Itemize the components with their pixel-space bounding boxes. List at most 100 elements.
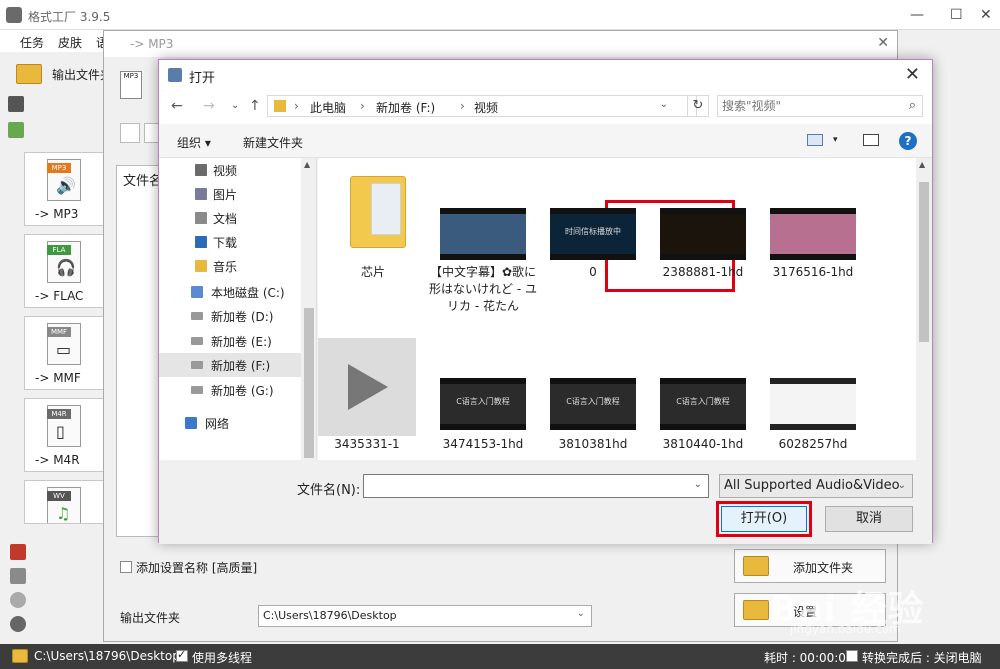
nav-item-volume-f[interactable]: 新加卷 (F:) bbox=[159, 353, 301, 377]
refresh-icon[interactable]: ↻ bbox=[687, 95, 709, 117]
cancel-button[interactable]: 取消 bbox=[825, 506, 913, 532]
output-folder-button[interactable]: 输出文件夹 bbox=[16, 62, 112, 86]
settings-folder-icon bbox=[743, 600, 769, 620]
minimize-icon[interactable]: — bbox=[910, 7, 924, 23]
file-item[interactable]: 3435331-1 bbox=[318, 338, 422, 458]
video-folder-icon bbox=[195, 164, 207, 176]
document-icon[interactable] bbox=[10, 568, 26, 584]
file-label: 2388881-1hd bbox=[662, 265, 744, 279]
breadcrumb-videos[interactable]: 视频 bbox=[474, 99, 498, 116]
organize-button[interactable]: 组织 ▾ bbox=[177, 134, 211, 151]
drive-icon bbox=[191, 386, 203, 394]
menu-task[interactable]: 任务 bbox=[20, 34, 44, 51]
format-m4r[interactable]: M4R ▯ -> M4R bbox=[24, 398, 104, 472]
chevron-down-icon[interactable]: ⌄ bbox=[694, 479, 702, 490]
scroll-thumb[interactable] bbox=[919, 182, 929, 342]
flag-icon[interactable] bbox=[10, 544, 26, 560]
add-setting-checkbox[interactable] bbox=[120, 561, 132, 573]
multithread-checkbox[interactable] bbox=[176, 648, 188, 662]
search-input[interactable] bbox=[722, 99, 892, 113]
nav-item-volume-d[interactable]: 新加卷 (D:) bbox=[159, 304, 301, 328]
nav-label: 音乐 bbox=[213, 260, 238, 274]
breadcrumb-this-pc[interactable]: 此电脑 bbox=[310, 99, 346, 116]
format-mmf[interactable]: MMF ▭ -> MMF bbox=[24, 316, 104, 390]
scroll-thumb[interactable] bbox=[304, 308, 314, 458]
nav-item-downloads[interactable]: 下载 bbox=[159, 230, 301, 254]
breadcrumb-volume-f[interactable]: 新加卷 (F:) bbox=[376, 99, 435, 116]
scroll-up-icon[interactable]: ▲ bbox=[919, 160, 925, 169]
chevron-down-icon[interactable]: ⌄ bbox=[660, 99, 668, 110]
nav-item-pictures[interactable]: 图片 bbox=[159, 182, 301, 206]
audio-category-icon[interactable] bbox=[8, 122, 24, 138]
app-menubar: 任务 皮肤 语 bbox=[0, 30, 105, 52]
drive-icon bbox=[191, 337, 203, 345]
nav-item-volume-e[interactable]: 新加卷 (E:) bbox=[159, 329, 301, 353]
video-thumbnail: C语言入门教程 bbox=[660, 378, 746, 430]
preview-pane-icon[interactable] bbox=[863, 134, 879, 146]
file-item[interactable]: C语言入门教程 3810381hd bbox=[538, 374, 648, 454]
file-label: 【中文字幕】✿歌に形はないけれど - ユリカ - 花たん bbox=[429, 265, 537, 313]
mp3-tag: MP3 bbox=[123, 72, 139, 80]
filetype-select[interactable]: All Supported Audio&Video ⌄ bbox=[719, 474, 913, 498]
open-dialog-titlebar: 打开 ✕ bbox=[159, 60, 932, 90]
recent-chevron-icon[interactable]: ⌄ bbox=[231, 100, 239, 111]
file-item[interactable]: C语言入门教程 3474153-1hd bbox=[428, 374, 538, 454]
mp3-doc-icon: MP3 🔊 bbox=[47, 159, 81, 201]
file-label: 0 bbox=[589, 265, 597, 279]
chevron-down-icon: ⌄ bbox=[897, 480, 906, 491]
filename-input[interactable]: ⌄ bbox=[363, 474, 709, 498]
format-wv[interactable]: WV ♫ bbox=[24, 480, 104, 524]
remove-icon[interactable] bbox=[120, 123, 140, 143]
settings-icon[interactable] bbox=[10, 616, 26, 632]
format-label: -> FLAC bbox=[35, 289, 84, 303]
help-icon[interactable]: ? bbox=[899, 132, 917, 150]
shutdown-checkbox[interactable] bbox=[846, 650, 858, 662]
close-icon[interactable]: ✕ bbox=[980, 7, 992, 23]
nav-item-network[interactable]: 网络 bbox=[159, 411, 301, 435]
nav-item-local-disk-c[interactable]: 本地磁盘 (C:) bbox=[159, 280, 301, 304]
file-item[interactable]: 时间信标播放中 0 bbox=[538, 204, 648, 284]
phone-icon: ▯ bbox=[56, 422, 65, 441]
search-box[interactable]: ⌕ bbox=[717, 95, 923, 117]
open-file-dialog: 打开 ✕ ← → ⌄ ↑ › 此电脑 › 新加卷 (F:) › 视频 ⌄ ↻ ⌕… bbox=[158, 59, 933, 544]
drive-icon bbox=[191, 312, 203, 320]
nav-item-volume-g[interactable]: 新加卷 (G:) bbox=[159, 378, 301, 402]
file-item[interactable]: 6028257hd bbox=[758, 374, 868, 454]
back-arrow-icon[interactable]: ← bbox=[171, 98, 183, 114]
nav-item-videos[interactable]: 视频 bbox=[159, 158, 301, 182]
close-icon[interactable]: ✕ bbox=[905, 64, 920, 85]
format-flac[interactable]: FLA 🎧 -> FLAC bbox=[24, 234, 104, 308]
file-item[interactable]: 3176516-1hd bbox=[758, 204, 868, 284]
video-thumbnail bbox=[770, 208, 856, 260]
output-folder-select[interactable]: C:\Users\18796\Desktop ⌄ bbox=[258, 605, 592, 627]
disc-drive-icon[interactable] bbox=[10, 592, 26, 608]
chevron-down-icon[interactable]: ▾ bbox=[833, 135, 838, 145]
open-button[interactable]: 打开(O) bbox=[721, 506, 807, 532]
address-bar[interactable]: › 此电脑 › 新加卷 (F:) › 视频 ⌄ bbox=[267, 95, 697, 117]
format-label: -> M4R bbox=[35, 453, 80, 467]
file-item[interactable]: 【中文字幕】✿歌に形はないけれど - ユリカ - 花たん bbox=[428, 204, 538, 334]
media-placeholder bbox=[318, 338, 416, 436]
file-item[interactable]: C语言入门教程 3810440-1hd bbox=[648, 374, 758, 454]
nav-scrollbar[interactable]: ▲ bbox=[301, 158, 316, 460]
add-folder-button[interactable]: 添加文件夹 bbox=[734, 549, 886, 583]
new-folder-button[interactable]: 新建文件夹 bbox=[243, 134, 303, 151]
file-item[interactable]: 芯片 bbox=[318, 172, 428, 279]
scroll-up-icon[interactable]: ▲ bbox=[304, 160, 310, 169]
bottom-tool-icons bbox=[10, 544, 30, 640]
up-arrow-icon[interactable]: ↑ bbox=[249, 98, 261, 114]
nav-item-music[interactable]: 音乐 bbox=[159, 254, 301, 278]
view-options-icon[interactable] bbox=[807, 134, 823, 146]
file-item[interactable]: 2388881-1hd bbox=[648, 204, 758, 284]
navigation-bar: ← → ⌄ ↑ › 此电脑 › 新加卷 (F:) › 视频 ⌄ ↻ ⌕ bbox=[159, 90, 932, 124]
nav-label: 图片 bbox=[213, 188, 238, 202]
video-category-icon[interactable] bbox=[8, 96, 24, 112]
forward-arrow-icon[interactable]: → bbox=[203, 98, 215, 114]
nav-item-documents[interactable]: 文档 bbox=[159, 206, 301, 230]
content-scrollbar[interactable]: ▲ bbox=[916, 158, 932, 460]
menu-skin[interactable]: 皮肤 bbox=[58, 34, 82, 51]
folder-icon[interactable] bbox=[12, 649, 28, 663]
maximize-icon[interactable]: ☐ bbox=[950, 7, 963, 23]
format-mp3[interactable]: MP3 🔊 -> MP3 bbox=[24, 152, 104, 226]
close-icon[interactable]: ✕ bbox=[877, 35, 889, 51]
